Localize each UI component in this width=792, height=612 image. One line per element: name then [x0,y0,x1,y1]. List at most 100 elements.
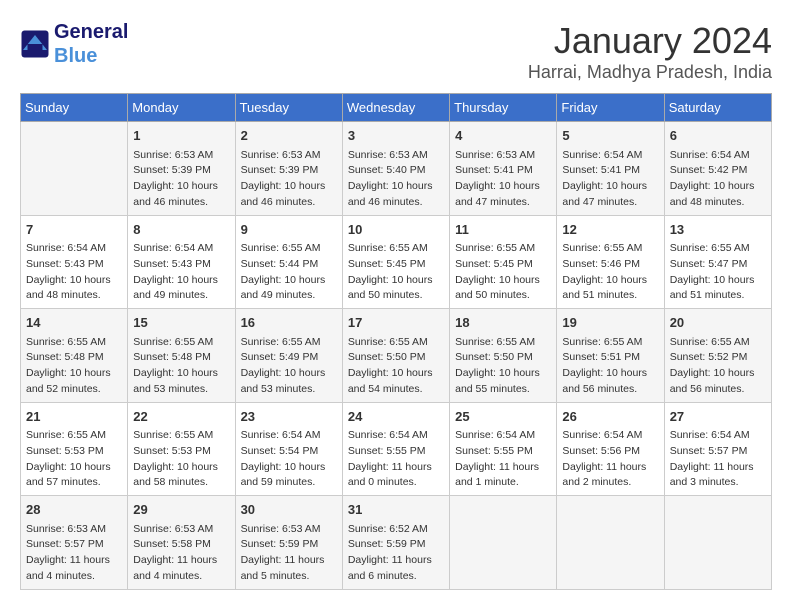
day-number: 22 [133,407,229,427]
day-cell: 22Sunrise: 6:55 AM Sunset: 5:53 PM Dayli… [128,402,235,496]
day-info: Sunrise: 6:53 AM Sunset: 5:41 PM Dayligh… [455,148,551,211]
day-info: Sunrise: 6:52 AM Sunset: 5:59 PM Dayligh… [348,522,444,585]
day-info: Sunrise: 6:55 AM Sunset: 5:52 PM Dayligh… [670,335,766,398]
day-number: 23 [241,407,337,427]
day-cell: 19Sunrise: 6:55 AM Sunset: 5:51 PM Dayli… [557,309,664,403]
day-number: 10 [348,220,444,240]
day-info: Sunrise: 6:55 AM Sunset: 5:45 PM Dayligh… [348,241,444,304]
day-number: 24 [348,407,444,427]
day-info: Sunrise: 6:55 AM Sunset: 5:50 PM Dayligh… [348,335,444,398]
day-cell: 6Sunrise: 6:54 AM Sunset: 5:42 PM Daylig… [664,122,771,216]
header-tuesday: Tuesday [235,94,342,122]
day-info: Sunrise: 6:55 AM Sunset: 5:53 PM Dayligh… [26,428,122,491]
day-cell: 1Sunrise: 6:53 AM Sunset: 5:39 PM Daylig… [128,122,235,216]
calendar-subtitle: Harrai, Madhya Pradesh, India [528,62,772,83]
day-cell: 20Sunrise: 6:55 AM Sunset: 5:52 PM Dayli… [664,309,771,403]
day-cell: 2Sunrise: 6:53 AM Sunset: 5:39 PM Daylig… [235,122,342,216]
day-info: Sunrise: 6:55 AM Sunset: 5:45 PM Dayligh… [455,241,551,304]
day-cell: 9Sunrise: 6:55 AM Sunset: 5:44 PM Daylig… [235,215,342,309]
day-number: 18 [455,313,551,333]
day-cell: 29Sunrise: 6:53 AM Sunset: 5:58 PM Dayli… [128,496,235,590]
day-info: Sunrise: 6:54 AM Sunset: 5:55 PM Dayligh… [348,428,444,491]
day-info: Sunrise: 6:53 AM Sunset: 5:57 PM Dayligh… [26,522,122,585]
day-info: Sunrise: 6:53 AM Sunset: 5:39 PM Dayligh… [133,148,229,211]
day-info: Sunrise: 6:53 AM Sunset: 5:39 PM Dayligh… [241,148,337,211]
day-info: Sunrise: 6:53 AM Sunset: 5:59 PM Dayligh… [241,522,337,585]
day-cell: 21Sunrise: 6:55 AM Sunset: 5:53 PM Dayli… [21,402,128,496]
day-number: 19 [562,313,658,333]
day-cell: 14Sunrise: 6:55 AM Sunset: 5:48 PM Dayli… [21,309,128,403]
day-number: 29 [133,500,229,520]
day-cell: 13Sunrise: 6:55 AM Sunset: 5:47 PM Dayli… [664,215,771,309]
day-info: Sunrise: 6:55 AM Sunset: 5:53 PM Dayligh… [133,428,229,491]
day-number: 30 [241,500,337,520]
title-block: January 2024 Harrai, Madhya Pradesh, Ind… [528,20,772,83]
header-thursday: Thursday [450,94,557,122]
day-cell: 15Sunrise: 6:55 AM Sunset: 5:48 PM Dayli… [128,309,235,403]
day-cell: 7Sunrise: 6:54 AM Sunset: 5:43 PM Daylig… [21,215,128,309]
day-info: Sunrise: 6:53 AM Sunset: 5:58 PM Dayligh… [133,522,229,585]
day-number: 14 [26,313,122,333]
day-cell: 18Sunrise: 6:55 AM Sunset: 5:50 PM Dayli… [450,309,557,403]
calendar-title: January 2024 [528,20,772,62]
day-number: 26 [562,407,658,427]
day-info: Sunrise: 6:54 AM Sunset: 5:41 PM Dayligh… [562,148,658,211]
day-cell: 10Sunrise: 6:55 AM Sunset: 5:45 PM Dayli… [342,215,449,309]
day-info: Sunrise: 6:54 AM Sunset: 5:43 PM Dayligh… [133,241,229,304]
day-info: Sunrise: 6:55 AM Sunset: 5:48 PM Dayligh… [133,335,229,398]
calendar-header-row: SundayMondayTuesdayWednesdayThursdayFrid… [21,94,772,122]
logo-line1: General [54,20,128,44]
day-cell: 5Sunrise: 6:54 AM Sunset: 5:41 PM Daylig… [557,122,664,216]
logo: General Blue [20,20,128,68]
day-cell: 27Sunrise: 6:54 AM Sunset: 5:57 PM Dayli… [664,402,771,496]
day-cell: 26Sunrise: 6:54 AM Sunset: 5:56 PM Dayli… [557,402,664,496]
week-row-5: 28Sunrise: 6:53 AM Sunset: 5:57 PM Dayli… [21,496,772,590]
day-info: Sunrise: 6:55 AM Sunset: 5:44 PM Dayligh… [241,241,337,304]
page-header: General Blue January 2024 Harrai, Madhya… [20,20,772,83]
day-cell: 23Sunrise: 6:54 AM Sunset: 5:54 PM Dayli… [235,402,342,496]
week-row-2: 7Sunrise: 6:54 AM Sunset: 5:43 PM Daylig… [21,215,772,309]
header-sunday: Sunday [21,94,128,122]
day-number: 9 [241,220,337,240]
day-number: 8 [133,220,229,240]
day-cell: 17Sunrise: 6:55 AM Sunset: 5:50 PM Dayli… [342,309,449,403]
header-friday: Friday [557,94,664,122]
day-info: Sunrise: 6:54 AM Sunset: 5:54 PM Dayligh… [241,428,337,491]
day-cell [450,496,557,590]
day-number: 25 [455,407,551,427]
day-cell: 11Sunrise: 6:55 AM Sunset: 5:45 PM Dayli… [450,215,557,309]
day-cell: 4Sunrise: 6:53 AM Sunset: 5:41 PM Daylig… [450,122,557,216]
day-info: Sunrise: 6:55 AM Sunset: 5:50 PM Dayligh… [455,335,551,398]
day-cell [557,496,664,590]
day-info: Sunrise: 6:55 AM Sunset: 5:47 PM Dayligh… [670,241,766,304]
day-info: Sunrise: 6:54 AM Sunset: 5:42 PM Dayligh… [670,148,766,211]
day-cell: 31Sunrise: 6:52 AM Sunset: 5:59 PM Dayli… [342,496,449,590]
day-number: 28 [26,500,122,520]
day-number: 3 [348,126,444,146]
day-number: 20 [670,313,766,333]
day-number: 2 [241,126,337,146]
day-cell [21,122,128,216]
day-number: 21 [26,407,122,427]
day-number: 6 [670,126,766,146]
day-number: 27 [670,407,766,427]
week-row-3: 14 Sunrise: 6:55 AM Sunset: 5:48 PM Dayli… [21,309,772,403]
day-info: Sunrise: 6:55 AM Sunset: 5:51 PM Dayligh… [562,335,658,398]
day-number: 17 [348,313,444,333]
day-cell: 30Sunrise: 6:53 AM Sunset: 5:59 PM Dayli… [235,496,342,590]
day-number: 1 [133,126,229,146]
day-number: 7 [26,220,122,240]
day-info: Sunrise: 6:54 AM Sunset: 5:57 PM Dayligh… [670,428,766,491]
day-info: Sunrise: 6:55 AM Sunset: 5:46 PM Dayligh… [562,241,658,304]
week-row-4: 21Sunrise: 6:55 AM Sunset: 5:53 PM Dayli… [21,402,772,496]
day-info: Sunrise: 6:55 AM Sunset: 5:49 PM Dayligh… [241,335,337,398]
day-cell: 25Sunrise: 6:54 AM Sunset: 5:55 PM Dayli… [450,402,557,496]
day-info: Sunrise: 6:54 AM Sunset: 5:43 PM Dayligh… [26,241,122,304]
day-number: 16 [241,313,337,333]
day-cell [664,496,771,590]
day-number: 4 [455,126,551,146]
day-info: Sunrise: 6:53 AM Sunset: 5:40 PM Dayligh… [348,148,444,211]
header-monday: Monday [128,94,235,122]
day-number: 31 [348,500,444,520]
day-cell: 12Sunrise: 6:55 AM Sunset: 5:46 PM Dayli… [557,215,664,309]
